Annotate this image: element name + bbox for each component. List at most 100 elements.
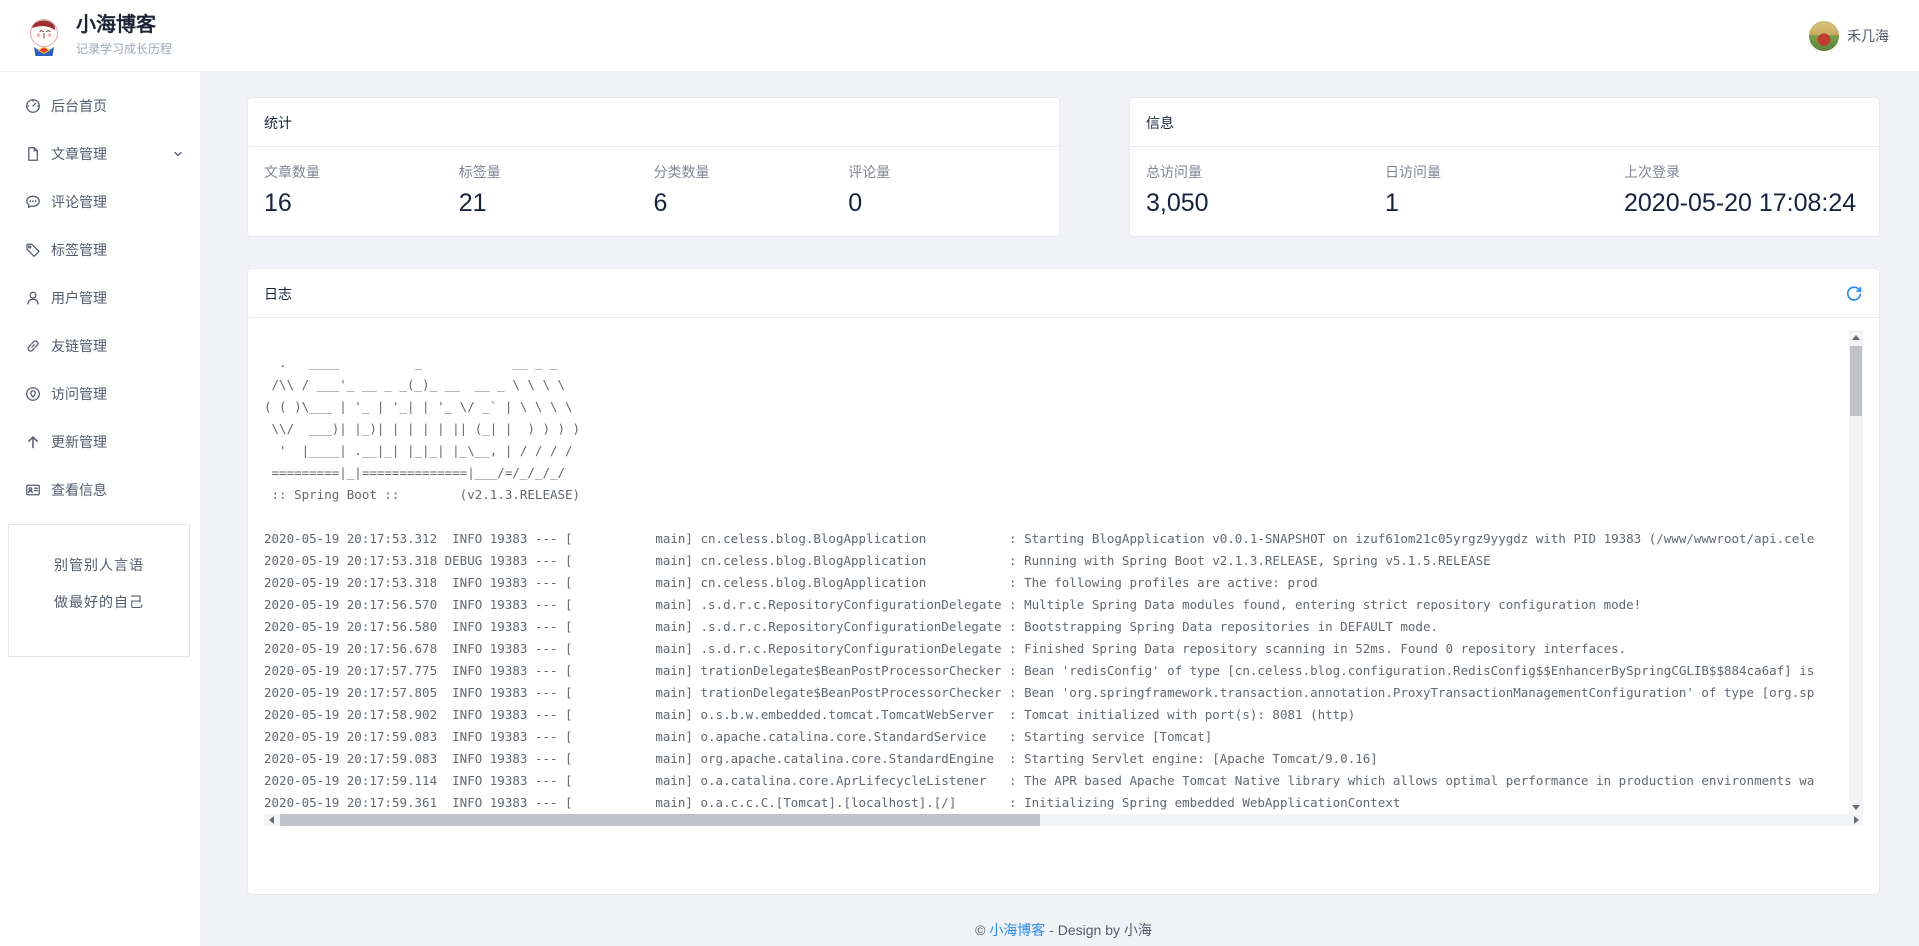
scroll-up-button[interactable] — [1849, 330, 1863, 344]
sidebar-item-label: 更新管理 — [51, 432, 107, 452]
comment-icon — [25, 194, 41, 210]
log-line: 2020-05-19 20:17:59.083 INFO 19383 --- [… — [264, 726, 1849, 748]
footer: © 小海博客 - Design by 小海 — [247, 920, 1880, 940]
log-output: . ____ _ __ _ _ /\\ / ___'_ __ _ _(_)_ _… — [264, 330, 1849, 814]
log-line: 2020-05-19 20:17:53.318 INFO 19383 --- [… — [264, 572, 1849, 594]
stat-label: 日访问量 — [1385, 162, 1624, 182]
horizontal-scrollbar[interactable] — [264, 814, 1863, 826]
stat-articles: 文章数量 16 — [264, 162, 459, 218]
log-line: 2020-05-19 20:17:57.805 INFO 19383 --- [… — [264, 682, 1849, 704]
sidebar-item-label: 用户管理 — [51, 288, 107, 308]
horizontal-scroll-thumb[interactable] — [280, 814, 1040, 826]
sidebar-item-label: 文章管理 — [51, 144, 107, 164]
user-name: 禾几海 — [1847, 26, 1889, 46]
scroll-down-button[interactable] — [1849, 800, 1863, 814]
stat-value: 6 — [654, 189, 849, 218]
info-card-title: 信息 — [1130, 98, 1879, 147]
footer-blog-link[interactable]: 小海博客 — [989, 922, 1045, 938]
sidebar-item-tags[interactable]: 标签管理 — [0, 226, 200, 274]
sidebar-item-label: 后台首页 — [51, 96, 107, 116]
main-content: 统计 文章数量 16 标签量 21 分类数量 6 — [200, 72, 1919, 946]
stat-daily-visits: 日访问量 1 — [1385, 162, 1624, 218]
update-arrow-icon — [25, 434, 41, 450]
sidebar-item-label: 查看信息 — [51, 480, 107, 500]
footer-suffix: - Design by 小海 — [1045, 922, 1152, 938]
log-line: 2020-05-19 20:17:56.678 INFO 19383 --- [… — [264, 638, 1849, 660]
stat-label: 总访问量 — [1146, 162, 1385, 182]
log-line: 2020-05-19 20:17:53.312 INFO 19383 --- [… — [264, 528, 1849, 550]
link-icon — [25, 338, 41, 354]
mascot-logo-icon — [22, 14, 66, 58]
log-viewport: . ____ _ __ _ _ /\\ / ___'_ __ _ _(_)_ _… — [264, 330, 1863, 826]
chevron-down-icon — [172, 148, 184, 160]
log-line: 2020-05-19 20:17:57.775 INFO 19383 --- [… — [264, 660, 1849, 682]
stat-label: 文章数量 — [264, 162, 459, 182]
sidebar: 后台首页 文章管理 评论管理 标签管理 — [0, 72, 200, 946]
motto-box: 别管别人言语 做最好的自己 — [8, 524, 190, 657]
scroll-left-button[interactable] — [264, 814, 278, 826]
banner-line: /\\ / ___'_ __ _ _(_)_ __ __ _ \ \ \ \ — [264, 374, 1849, 396]
sidebar-item-label: 标签管理 — [51, 240, 107, 260]
app-header: 小海博客 记录学习成长历程 禾几海 — [0, 0, 1919, 72]
user-avatar — [1809, 21, 1839, 51]
motto-line-2: 做最好的自己 — [9, 592, 189, 612]
log-line: 2020-05-19 20:17:59.114 INFO 19383 --- [… — [264, 770, 1849, 792]
tag-icon — [25, 242, 41, 258]
stat-tags: 标签量 21 — [459, 162, 654, 218]
sidebar-item-label: 访问管理 — [51, 384, 107, 404]
stat-last-login: 上次登录 2020-05-20 17:08:24 — [1624, 162, 1863, 218]
stat-label: 标签量 — [459, 162, 654, 182]
brand-subtitle: 记录学习成长历程 — [76, 40, 172, 57]
stat-total-visits: 总访问量 3,050 — [1146, 162, 1385, 218]
log-line: 2020-05-19 20:17:53.318 DEBUG 19383 --- … — [264, 550, 1849, 572]
info-card: 信息 总访问量 3,050 日访问量 1 上次登录 2020-05-20 17:… — [1129, 97, 1880, 237]
user-menu[interactable]: 禾几海 — [1809, 21, 1889, 51]
stat-label: 分类数量 — [654, 162, 849, 182]
article-icon — [25, 146, 41, 162]
stat-value: 1 — [1385, 189, 1624, 218]
banner-line: =========|_|==============|___/=/_/_/_/ — [264, 462, 1849, 484]
horizontal-scroll-track[interactable] — [278, 814, 1849, 826]
user-icon — [25, 290, 41, 306]
log-card: 日志 . ____ _ __ _ _ /\\ / ___'_ __ _ _(_)… — [247, 268, 1880, 895]
sidebar-item-visits[interactable]: 访问管理 — [0, 370, 200, 418]
sidebar-item-label: 友链管理 — [51, 336, 107, 356]
vertical-scrollbar[interactable] — [1849, 330, 1863, 814]
brand-title: 小海博客 — [76, 14, 172, 37]
sidebar-item-articles[interactable]: 文章管理 — [0, 130, 200, 178]
profile-card-icon — [25, 482, 41, 498]
refresh-icon[interactable] — [1845, 285, 1863, 303]
sidebar-item-updates[interactable]: 更新管理 — [0, 418, 200, 466]
scroll-right-button[interactable] — [1849, 814, 1863, 826]
stat-label: 评论量 — [848, 162, 1043, 182]
visit-icon — [25, 386, 41, 402]
banner-line: \\/ ___)| |_)| | | | | || (_| | ) ) ) ) — [264, 418, 1849, 440]
stat-label: 上次登录 — [1624, 162, 1863, 182]
stat-comments: 评论量 0 — [848, 162, 1043, 218]
stat-value: 3,050 — [1146, 189, 1385, 218]
sidebar-item-dashboard[interactable]: 后台首页 — [0, 82, 200, 130]
sidebar-item-comments[interactable]: 评论管理 — [0, 178, 200, 226]
stat-value: 21 — [459, 189, 654, 218]
stat-value: 2020-05-20 17:08:24 — [1624, 189, 1863, 218]
sidebar-item-users[interactable]: 用户管理 — [0, 274, 200, 322]
dashboard-icon — [25, 98, 41, 114]
sidebar-item-label: 评论管理 — [51, 192, 107, 212]
vertical-scroll-thumb[interactable] — [1850, 346, 1862, 416]
stat-categories: 分类数量 6 — [654, 162, 849, 218]
footer-copyright: © — [975, 922, 989, 938]
banner-line: . ____ _ __ _ _ — [264, 352, 1849, 374]
log-card-title: 日志 — [264, 284, 292, 304]
log-line: 2020-05-19 20:17:59.083 INFO 19383 --- [… — [264, 748, 1849, 770]
brand[interactable]: 小海博客 记录学习成长历程 — [22, 14, 172, 58]
sidebar-item-links[interactable]: 友链管理 — [0, 322, 200, 370]
motto-line-1: 别管别人言语 — [9, 555, 189, 575]
banner-line: :: Spring Boot :: (v2.1.3.RELEASE) — [264, 484, 1849, 506]
stat-value: 16 — [264, 189, 459, 218]
stat-value: 0 — [848, 189, 1043, 218]
log-line: 2020-05-19 20:17:58.902 INFO 19383 --- [… — [264, 704, 1849, 726]
stats-card: 统计 文章数量 16 标签量 21 分类数量 6 — [247, 97, 1060, 237]
log-line: 2020-05-19 20:17:56.570 INFO 19383 --- [… — [264, 594, 1849, 616]
banner-line: ( ( )\___ | '_ | '_| | '_ \/ _` | \ \ \ … — [264, 396, 1849, 418]
sidebar-item-view-info[interactable]: 查看信息 — [0, 466, 200, 514]
